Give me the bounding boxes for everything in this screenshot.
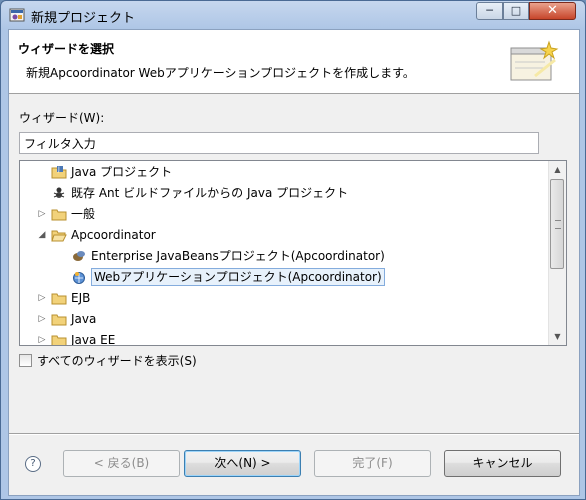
tree-item-label: Enterprise JavaBeansプロジェクト(Apcoordinator…	[91, 249, 385, 263]
tree-item[interactable]: J Java プロジェクト	[20, 162, 550, 182]
tree-item[interactable]: ▷ Java EE	[20, 330, 550, 346]
header-description: 新規Apcoordinator Webアプリケーションプロジェクトを作成します。	[26, 66, 415, 80]
back-button[interactable]: < 戻る(B)	[63, 450, 180, 477]
dialog-header: ウィザードを選択 新規Apcoordinator Webアプリケーションプロジェ…	[9, 30, 579, 94]
title-bar[interactable]: 新規プロジェクト ─ □ ✕	[1, 1, 585, 29]
tree-item[interactable]: Webアプリケーションプロジェクト(Apcoordinator)	[20, 267, 550, 287]
tree-scrollbar[interactable]: ▲ ▼	[548, 161, 566, 345]
tree-item-label: Webアプリケーションプロジェクト(Apcoordinator)	[91, 268, 385, 286]
tree-item[interactable]: Enterprise JavaBeansプロジェクト(Apcoordinator…	[20, 246, 550, 266]
tree-item-label: 一般	[71, 207, 96, 221]
show-all-checkbox[interactable]	[19, 354, 32, 367]
java-project-icon: J	[51, 166, 67, 179]
scroll-thumb[interactable]	[550, 179, 564, 269]
maximize-button[interactable]: □	[503, 2, 529, 20]
tree-item-label: EJB	[71, 291, 91, 305]
web-project-icon	[73, 272, 85, 284]
folder-icon	[51, 314, 67, 326]
tree-item-label: 既存 Ant ビルドファイルからの Java プロジェクト	[71, 186, 349, 200]
close-button[interactable]: ✕	[529, 2, 576, 20]
expanded-arrow-icon[interactable]: ◢	[36, 225, 48, 245]
folder-icon	[51, 335, 67, 345]
header-title: ウィザードを選択	[18, 42, 115, 56]
scroll-up-arrow-icon[interactable]: ▲	[549, 161, 566, 178]
ant-icon	[53, 187, 65, 198]
tree-item-label: Java プロジェクト	[71, 165, 173, 179]
help-icon[interactable]: ?	[25, 456, 41, 472]
folder-icon	[51, 209, 67, 221]
folder-open-icon	[51, 230, 67, 242]
dialog-body: ウィザードを選択 新規Apcoordinator Webアプリケーションプロジェ…	[8, 29, 580, 496]
cancel-button[interactable]: キャンセル	[444, 450, 561, 477]
svg-text:J: J	[57, 166, 60, 173]
wizard-banner-icon	[510, 40, 559, 81]
ejb-project-icon	[73, 251, 85, 261]
tree-item-label: Java EE	[71, 333, 116, 346]
wizard-filter-input[interactable]	[19, 132, 539, 154]
tree-item-label: Apcoordinator	[71, 228, 156, 242]
wizard-label: ウィザード(W):	[19, 111, 105, 125]
window-title: 新規プロジェクト	[31, 11, 136, 26]
show-all-label: すべてのウィザードを表示(S)	[37, 354, 197, 368]
collapsed-arrow-icon[interactable]: ▷	[36, 288, 48, 308]
finish-button[interactable]: 完了(F)	[314, 450, 431, 477]
tree-item[interactable]: ▷ Java	[20, 309, 550, 329]
tree-item[interactable]: ▷ EJB	[20, 288, 550, 308]
collapsed-arrow-icon[interactable]: ▷	[36, 330, 48, 345]
collapsed-arrow-icon[interactable]: ▷	[36, 309, 48, 329]
footer-separator	[9, 433, 579, 435]
new-project-window: 新規プロジェクト ─ □ ✕ ウィザードを選択 新規Apcoordinator …	[0, 0, 586, 500]
scroll-down-arrow-icon[interactable]: ▼	[549, 328, 566, 345]
folder-icon	[51, 293, 67, 305]
next-button[interactable]: 次へ(N) >	[184, 450, 301, 477]
eclipse-app-icon	[9, 8, 25, 22]
minimize-button[interactable]: ─	[476, 2, 503, 20]
wizard-tree[interactable]: J Java プロジェクト既存 Ant ビルドファイルからの Java プロジェク…	[19, 160, 567, 346]
tree-item[interactable]: ◢ Apcoordinator	[20, 225, 550, 245]
tree-item-label: Java	[71, 312, 97, 326]
collapsed-arrow-icon[interactable]: ▷	[36, 204, 48, 224]
tree-item[interactable]: ▷ 一般	[20, 204, 550, 224]
tree-item[interactable]: 既存 Ant ビルドファイルからの Java プロジェクト	[20, 183, 550, 203]
